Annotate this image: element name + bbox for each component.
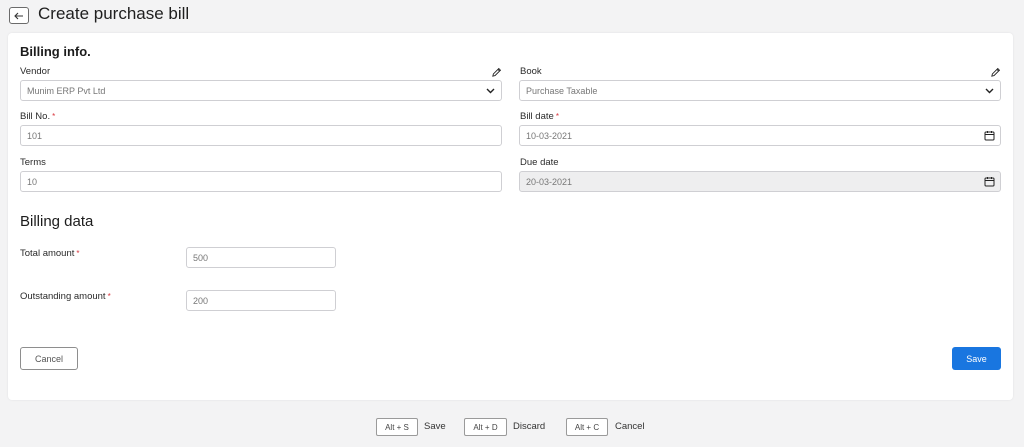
- calendar-icon: [984, 177, 994, 187]
- back-button[interactable]: [9, 7, 29, 24]
- due-date-value: 20-03-2021: [526, 176, 573, 187]
- required-mark: *: [76, 249, 80, 258]
- total-amount-input[interactable]: 500: [186, 247, 336, 268]
- keyboard-shortcuts-bar: Alt + S Save Alt + D Discard Alt + C Can…: [0, 418, 1024, 436]
- edit-vendor-pencil-icon[interactable]: [491, 67, 502, 78]
- outstanding-amount-value: 200: [193, 295, 209, 306]
- chevron-down-icon: [486, 88, 494, 93]
- bill-date-label: Bill date *: [520, 111, 559, 122]
- vendor-select[interactable]: Munim ERP Pvt Ltd: [20, 80, 502, 101]
- shortcut-save-key: Alt + S: [376, 418, 418, 436]
- book-label: Book: [520, 66, 542, 77]
- shortcut-discard-label: Discard: [513, 421, 546, 432]
- due-date-input: 20-03-2021: [519, 171, 1001, 192]
- bill-date-value: 10-03-2021: [526, 130, 573, 141]
- bill-no-input[interactable]: 101: [20, 125, 502, 146]
- book-value: Purchase Taxable: [526, 85, 598, 96]
- chevron-down-icon: [985, 88, 993, 93]
- required-mark: *: [107, 292, 111, 301]
- vendor-label: Vendor: [20, 66, 51, 77]
- save-button[interactable]: Save: [952, 347, 1001, 370]
- shortcut-cancel-key: Alt + C: [566, 418, 608, 436]
- arrow-left-icon: [14, 12, 23, 19]
- cancel-button[interactable]: Cancel: [20, 347, 78, 370]
- edit-book-pencil-icon[interactable]: [990, 67, 1001, 78]
- shortcut-discard-key: Alt + D: [464, 418, 507, 436]
- bill-form-card: Billing info. Vendor Munim ERP Pvt Ltd B…: [8, 33, 1013, 400]
- required-mark: *: [555, 112, 559, 121]
- shortcut-cancel-label: Cancel: [615, 421, 645, 432]
- due-date-label: Due date: [520, 157, 559, 168]
- book-select[interactable]: Purchase Taxable: [519, 80, 1001, 101]
- billing-data-title: Billing data: [20, 213, 94, 230]
- bill-date-input[interactable]: 10-03-2021: [519, 125, 1001, 146]
- calendar-icon[interactable]: [984, 130, 995, 141]
- terms-input[interactable]: 10: [20, 171, 502, 192]
- outstanding-amount-label: Outstanding amount *: [20, 291, 111, 302]
- total-amount-label: Total amount *: [20, 248, 80, 259]
- page-title: Create purchase bill: [38, 4, 190, 23]
- required-mark: *: [52, 112, 56, 121]
- outstanding-amount-input[interactable]: 200: [186, 290, 336, 311]
- terms-label: Terms: [20, 157, 46, 168]
- shortcut-save-label: Save: [424, 421, 446, 432]
- bill-no-label: Bill No. *: [20, 111, 56, 122]
- terms-value: 10: [27, 176, 38, 187]
- total-amount-value: 500: [193, 252, 209, 263]
- bill-no-value: 101: [27, 130, 43, 141]
- billing-info-title: Billing info.: [20, 44, 91, 59]
- vendor-value: Munim ERP Pvt Ltd: [27, 85, 106, 96]
